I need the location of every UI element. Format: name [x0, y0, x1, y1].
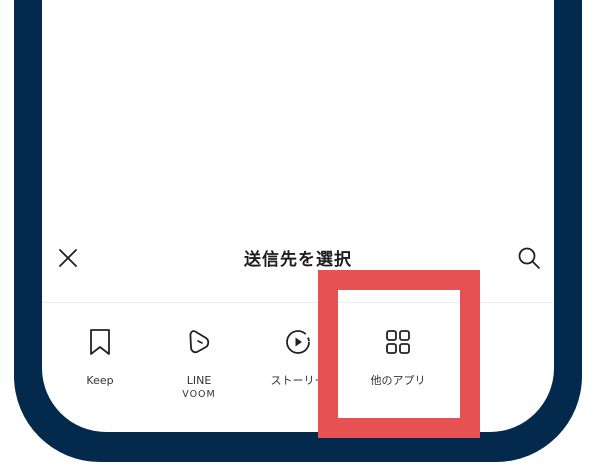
- share-target-label: LINE VOOM: [159, 374, 239, 402]
- play-circle-icon: [286, 330, 310, 354]
- search-icon: [518, 247, 540, 269]
- share-target-keep[interactable]: Keep: [60, 328, 140, 408]
- bookmark-icon: [90, 329, 110, 355]
- share-target-label-main: LINE: [186, 374, 212, 387]
- voom-icon: [189, 330, 210, 354]
- share-target-label-sub: VOOM: [182, 389, 216, 400]
- share-target-label: Keep: [86, 374, 114, 387]
- share-target-line-voom[interactable]: LINE VOOM: [159, 328, 239, 408]
- search-button[interactable]: [516, 245, 542, 271]
- page-title: 送信先を選択: [244, 250, 352, 270]
- highlight-box: [318, 270, 480, 438]
